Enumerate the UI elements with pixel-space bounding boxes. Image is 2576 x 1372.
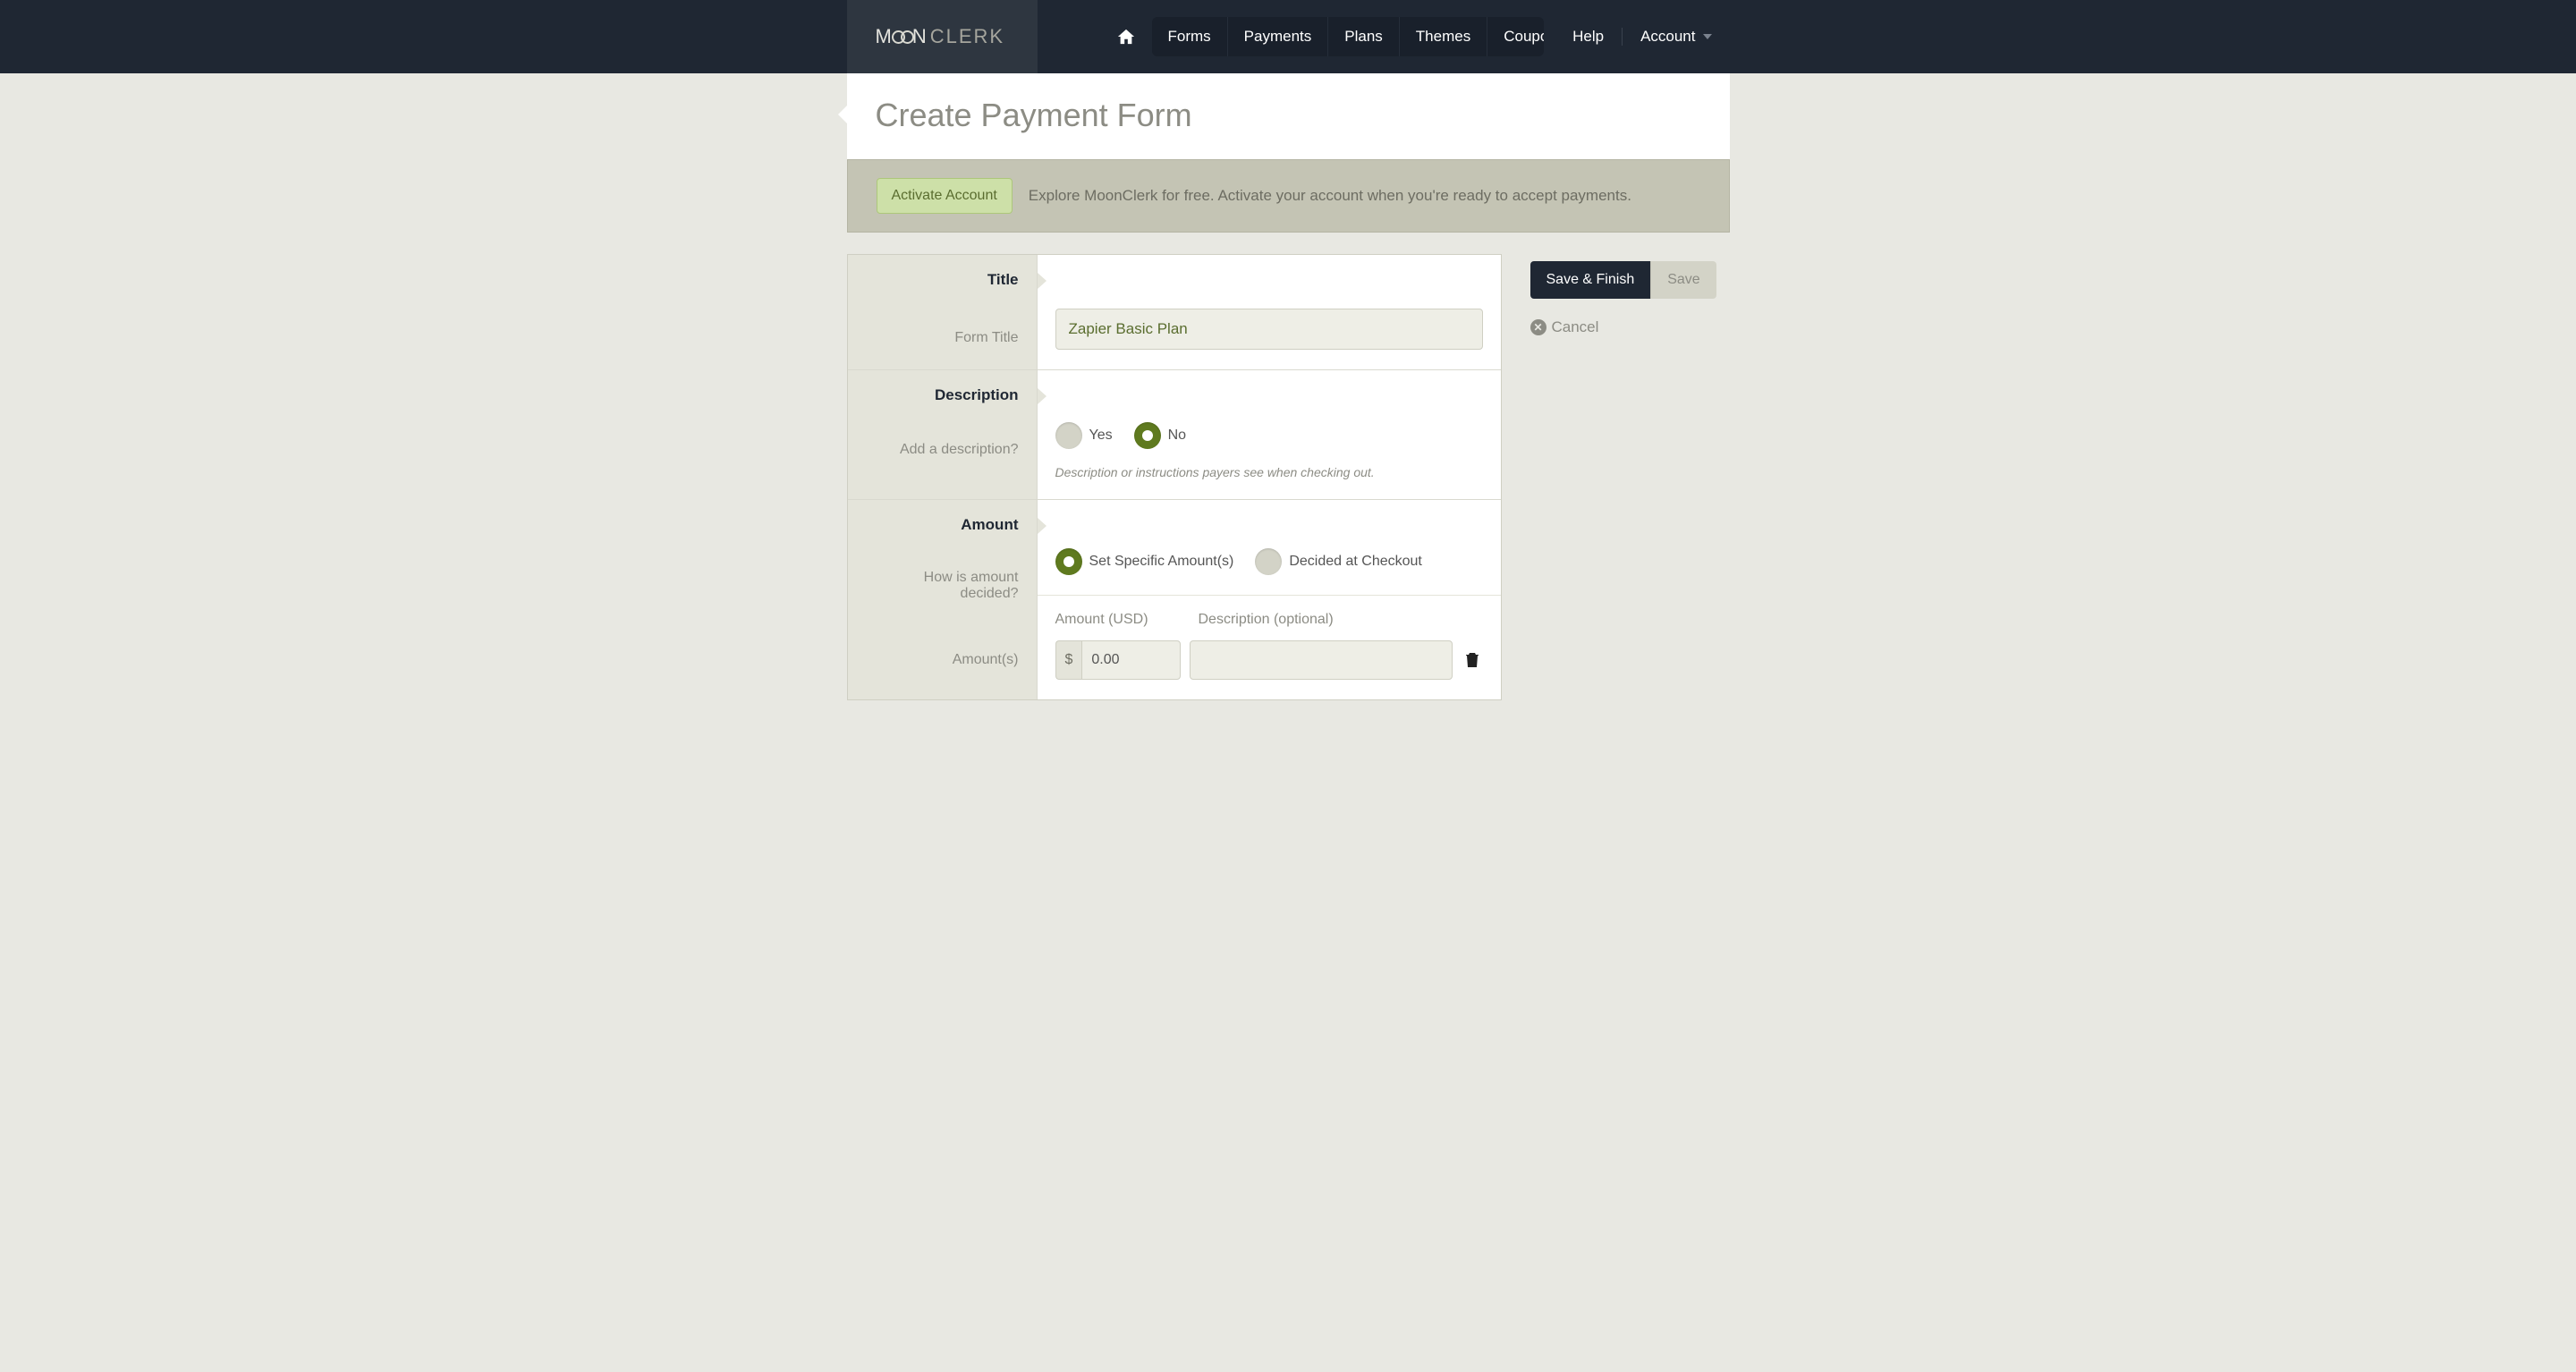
- radio-label: Set Specific Amount(s): [1089, 554, 1234, 570]
- currency-symbol: $: [1055, 640, 1082, 680]
- section-title-heading: Title: [866, 271, 1019, 289]
- amount-checkout-radio[interactable]: Decided at Checkout: [1255, 548, 1422, 575]
- radio-label: Decided at Checkout: [1289, 554, 1422, 570]
- amount-column-header: Amount (USD): [1055, 612, 1181, 628]
- radio-icon: [1055, 422, 1082, 449]
- save-button[interactable]: Save: [1650, 261, 1716, 299]
- logo[interactable]: MNCLERK: [847, 0, 1038, 73]
- section-description: Description Add a description? Yes No: [848, 370, 1501, 500]
- radio-icon: [1255, 548, 1282, 575]
- amount-description-input[interactable]: [1190, 640, 1453, 680]
- nav-plans[interactable]: Plans: [1328, 17, 1400, 56]
- amount-row: $: [1055, 640, 1483, 680]
- description-no-radio[interactable]: No: [1134, 422, 1186, 449]
- top-nav: MNCLERK Forms Payments Plans Themes Coup…: [0, 0, 2576, 73]
- amount-input[interactable]: [1081, 640, 1180, 680]
- cancel-label: Cancel: [1552, 318, 1599, 336]
- amount-decided-label: How is amount decided?: [866, 570, 1019, 602]
- nav-themes[interactable]: Themes: [1400, 17, 1487, 56]
- add-description-label: Add a description?: [866, 442, 1019, 458]
- nav-payments[interactable]: Payments: [1228, 17, 1329, 56]
- nav-help[interactable]: Help: [1555, 28, 1623, 46]
- section-amount: Amount How is amount decided? Amount(s) …: [848, 500, 1501, 699]
- save-finish-button[interactable]: Save & Finish: [1530, 261, 1651, 299]
- section-amount-heading: Amount: [866, 516, 1019, 534]
- side-actions: Save & Finish Save ✕ Cancel: [1530, 254, 1730, 336]
- nav-account-label: Account: [1640, 28, 1695, 46]
- form-panel: Title Form Title Description Add a descr…: [847, 254, 1502, 700]
- cancel-link[interactable]: ✕ Cancel: [1530, 318, 1730, 336]
- description-yes-radio[interactable]: Yes: [1055, 422, 1113, 449]
- nav-forms[interactable]: Forms: [1152, 17, 1228, 56]
- form-title-input[interactable]: [1055, 309, 1483, 350]
- page-title: Create Payment Form: [876, 97, 1701, 134]
- chevron-down-icon: [1703, 34, 1712, 39]
- nav-coupons[interactable]: Coupons: [1487, 17, 1544, 56]
- page-header: Create Payment Form: [847, 73, 1730, 159]
- home-icon[interactable]: [1100, 28, 1152, 46]
- activate-account-button[interactable]: Activate Account: [877, 178, 1013, 214]
- radio-label: No: [1168, 428, 1186, 444]
- nav-tabs: Forms Payments Plans Themes Coupons: [1152, 17, 1545, 56]
- radio-label: Yes: [1089, 428, 1113, 444]
- nav-account[interactable]: Account: [1623, 28, 1729, 46]
- amount-specific-radio[interactable]: Set Specific Amount(s): [1055, 548, 1234, 575]
- description-column-header: Description (optional): [1199, 612, 1483, 628]
- radio-icon: [1055, 548, 1082, 575]
- form-title-label: Form Title: [866, 330, 1019, 346]
- section-title: Title Form Title: [848, 255, 1501, 370]
- activation-text: Explore MoonClerk for free. Activate you…: [1029, 187, 1631, 205]
- description-helper: Description or instructions payers see w…: [1055, 465, 1483, 479]
- amounts-label: Amount(s): [866, 652, 1019, 668]
- radio-icon: [1134, 422, 1161, 449]
- activation-bar: Activate Account Explore MoonClerk for f…: [847, 159, 1730, 233]
- section-description-heading: Description: [866, 386, 1019, 404]
- close-icon: ✕: [1530, 319, 1546, 335]
- trash-icon[interactable]: [1462, 652, 1483, 668]
